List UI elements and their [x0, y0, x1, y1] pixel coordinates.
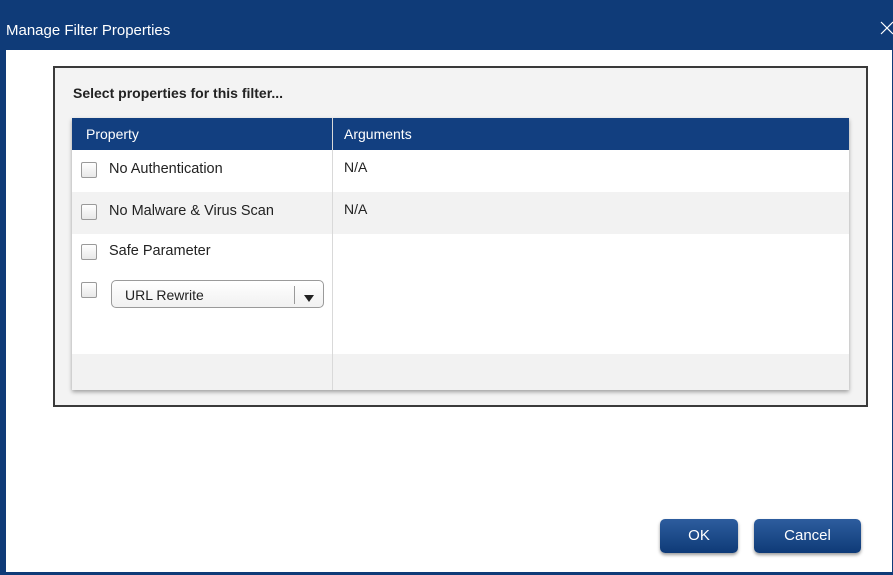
checkbox-no-malware-virus-scan[interactable]	[81, 204, 97, 220]
table-row	[72, 354, 849, 390]
select-value: URL Rewrite	[125, 287, 204, 303]
table-row: URL Rewrite	[72, 272, 849, 354]
title-bar: Manage Filter Properties	[0, 0, 893, 50]
grid-header: Property Arguments	[72, 118, 849, 150]
table-row: No Malware & Virus Scan N/A	[72, 192, 849, 234]
column-header-arguments[interactable]: Arguments	[344, 126, 412, 142]
checkbox-no-authentication[interactable]	[81, 162, 97, 178]
checkbox-url-rewrite[interactable]	[81, 282, 97, 298]
column-header-property[interactable]: Property	[86, 126, 139, 142]
argument-value: N/A	[344, 201, 368, 217]
properties-panel: Select properties for this filter... Pro…	[53, 66, 868, 407]
table-row: Safe Parameter	[72, 234, 849, 272]
column-divider	[332, 118, 333, 390]
cancel-button[interactable]: Cancel	[754, 519, 861, 553]
manage-filter-properties-dialog: Manage Filter Properties Select properti…	[0, 0, 893, 575]
table-row: No Authentication N/A	[72, 150, 849, 192]
property-label: No Malware & Virus Scan	[109, 203, 274, 219]
argument-value: N/A	[344, 159, 368, 175]
dialog-title: Manage Filter Properties	[6, 22, 171, 39]
properties-grid: Property Arguments No Authentication N/A…	[72, 118, 849, 390]
ok-button[interactable]: OK	[660, 519, 738, 553]
close-icon[interactable]	[879, 20, 893, 38]
checkbox-safe-parameter[interactable]	[81, 244, 97, 260]
property-label: No Authentication	[109, 161, 223, 177]
property-label: Safe Parameter	[109, 243, 211, 259]
panel-label: Select properties for this filter...	[73, 85, 284, 101]
select-divider	[294, 286, 295, 304]
property-type-select[interactable]: URL Rewrite	[111, 280, 324, 308]
chevron-down-icon[interactable]	[304, 290, 314, 308]
